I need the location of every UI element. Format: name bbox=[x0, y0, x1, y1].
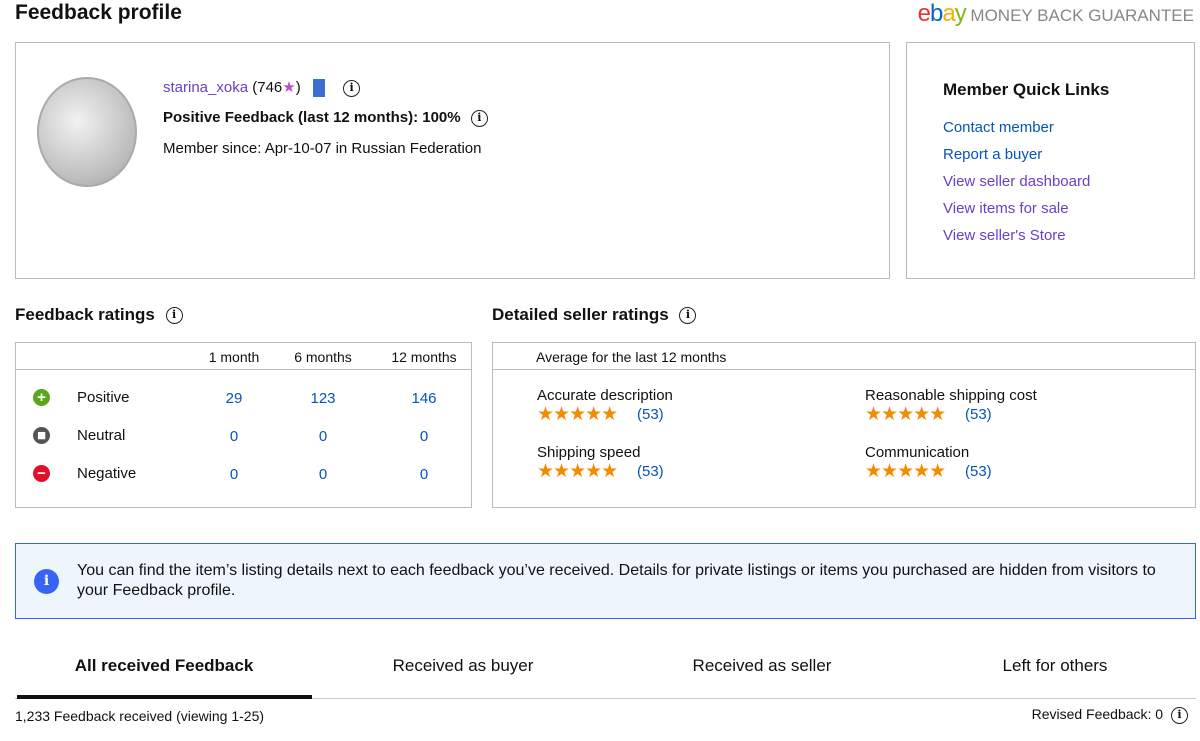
info-icon[interactable]: i bbox=[343, 79, 361, 97]
notice-text: You can find the item’s listing details … bbox=[77, 562, 1156, 599]
positive-feedback-percent: Positive Feedback (last 12 months): 100% bbox=[163, 109, 461, 126]
neutral-icon: ■ bbox=[33, 427, 50, 444]
quick-link[interactable]: Report a buyer bbox=[943, 141, 1090, 168]
star-rating: ★★★★★ bbox=[865, 461, 946, 482]
row-label: Positive bbox=[77, 389, 130, 406]
info-icon[interactable]: i bbox=[679, 307, 697, 325]
column-header: 1 month bbox=[208, 349, 260, 365]
tab-received-as-seller[interactable]: Received as seller bbox=[612, 656, 912, 676]
rating-count[interactable]: (53) bbox=[965, 406, 992, 423]
tab-all-received-feedback[interactable]: All received Feedback bbox=[14, 656, 314, 676]
rating-count-link[interactable]: 0 bbox=[384, 428, 464, 445]
quick-link[interactable]: Contact member bbox=[943, 114, 1090, 141]
tab-left-for-others[interactable]: Left for others bbox=[905, 656, 1200, 676]
positive-icon: + bbox=[33, 389, 50, 406]
quick-links-title: Member Quick Links bbox=[943, 80, 1110, 99]
detailed-ratings-title: Detailed seller ratings bbox=[492, 305, 669, 324]
feedback-ratings-title: Feedback ratings bbox=[15, 305, 155, 324]
rating-count-link[interactable]: 0 bbox=[194, 428, 274, 445]
info-icon: i bbox=[34, 569, 59, 594]
money-back-guarantee-logo: ebay MONEY BACK GUARANTEE bbox=[917, 0, 1194, 27]
rating-count-link[interactable]: 0 bbox=[384, 466, 464, 483]
active-tab-indicator bbox=[17, 695, 312, 699]
rating-count[interactable]: (53) bbox=[637, 406, 664, 423]
username-link[interactable]: starina_xoka bbox=[163, 79, 248, 96]
column-header: 12 months bbox=[391, 349, 457, 365]
quick-link[interactable]: View seller dashboard bbox=[943, 168, 1090, 195]
rating-count-link[interactable]: 0 bbox=[283, 466, 363, 483]
rating-count-link[interactable]: 29 bbox=[194, 390, 274, 407]
negative-icon: − bbox=[33, 465, 50, 482]
rating-count-link[interactable]: 146 bbox=[384, 390, 464, 407]
detailed-ratings-table: Average for the last 12 months Accurate … bbox=[492, 342, 1196, 508]
info-icon[interactable]: i bbox=[1171, 706, 1188, 724]
info-notice: i You can find the item’s listing detail… bbox=[15, 543, 1196, 619]
profile-card bbox=[15, 42, 890, 279]
rating-label: Reasonable shipping cost bbox=[865, 387, 1037, 404]
member-since: Member since: Apr-10-07 in Russian Feder… bbox=[163, 140, 482, 157]
profile-avatar bbox=[37, 77, 137, 187]
quick-link[interactable]: View items for sale bbox=[943, 195, 1090, 222]
feedback-count: 1,233 Feedback received (viewing 1-25) bbox=[15, 708, 265, 724]
rating-count-link[interactable]: 0 bbox=[194, 466, 274, 483]
detailed-ratings-subtitle: Average for the last 12 months bbox=[536, 349, 727, 365]
info-icon[interactable]: i bbox=[470, 109, 488, 127]
info-icon[interactable]: i bbox=[165, 307, 183, 325]
column-header: 6 months bbox=[294, 349, 352, 365]
rating-label: Accurate description bbox=[537, 387, 673, 404]
store-icon[interactable] bbox=[312, 79, 325, 98]
feedback-score: (746 bbox=[252, 79, 283, 96]
star-rating: ★★★★★ bbox=[537, 461, 618, 482]
rating-label: Communication bbox=[865, 444, 970, 461]
rating-count[interactable]: (53) bbox=[965, 463, 992, 480]
page-title: Feedback profile bbox=[15, 1, 182, 24]
revised-feedback: Revised Feedback: 0 bbox=[1031, 706, 1164, 722]
rating-label: Shipping speed bbox=[537, 444, 641, 461]
row-label: Negative bbox=[77, 465, 137, 482]
rating-count[interactable]: (53) bbox=[637, 463, 664, 480]
rating-count-link[interactable]: 123 bbox=[283, 390, 363, 407]
score-close: ) bbox=[295, 79, 301, 96]
rating-count-link[interactable]: 0 bbox=[283, 428, 363, 445]
feedback-ratings-table: 1 month 6 months 12 months + Positive 29 123 14… bbox=[15, 342, 472, 508]
star-icon: ★ bbox=[282, 79, 296, 96]
row-label: Neutral bbox=[77, 427, 126, 444]
tab-received-as-buyer[interactable]: Received as buyer bbox=[313, 656, 613, 676]
quick-link[interactable]: View seller's Store bbox=[943, 222, 1090, 249]
star-rating: ★★★★★ bbox=[537, 404, 618, 425]
star-rating: ★★★★★ bbox=[865, 404, 946, 425]
